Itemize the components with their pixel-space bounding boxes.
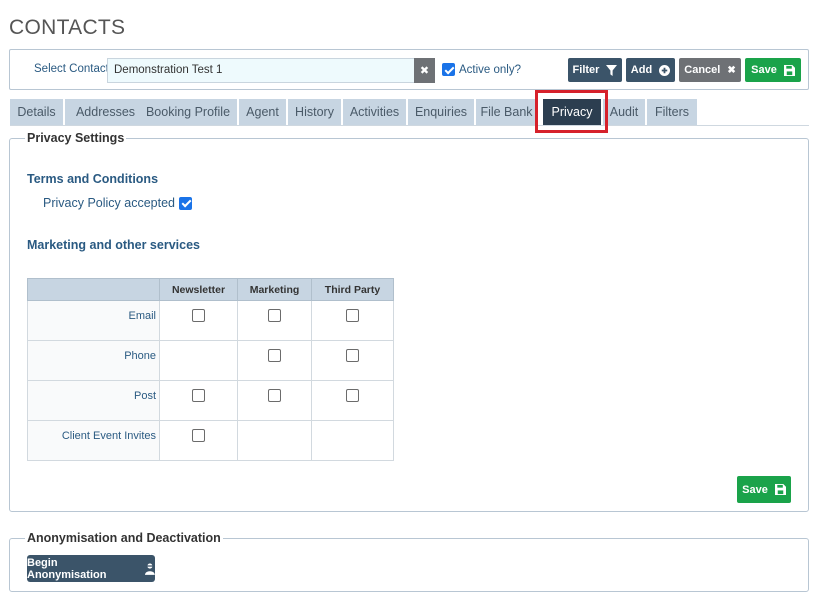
post-third-party-checkbox[interactable] (346, 389, 359, 402)
phone-third-party-checkbox[interactable] (346, 349, 359, 362)
add-button[interactable]: Add (626, 58, 675, 82)
begin-anonymisation-label: Begin Anonymisation (27, 556, 107, 581)
tab-agent[interactable]: Agent (239, 99, 286, 125)
floppy-disk-icon (774, 484, 786, 495)
clear-contact-button[interactable]: ✖ (414, 58, 435, 83)
row-label-client-event-invites: Client Event Invites (27, 420, 160, 461)
active-only-checkbox[interactable] (442, 63, 455, 76)
save-privacy-label: Save (742, 483, 768, 496)
row-label-phone: Phone (27, 340, 160, 381)
post-marketing-checkbox[interactable] (268, 389, 281, 402)
privacy-policy-checkbox[interactable] (179, 196, 193, 210)
terms-heading: Terms and Conditions (27, 172, 159, 186)
tab-filters[interactable]: Filters (647, 99, 697, 125)
column-header-marketing: Marketing (237, 278, 312, 301)
begin-anonymisation-button[interactable]: Begin Anonymisation (27, 555, 155, 582)
plus-circle-icon (659, 64, 671, 76)
add-button-label: Add (630, 64, 653, 76)
contact-toolbar: Select Contact Demonstration Test 1 ✖ Ac… (9, 49, 809, 90)
filter-button-label: Filter (572, 64, 600, 76)
table-row: Client Event Invites (27, 420, 394, 461)
column-header-third-party: Third Party (311, 278, 394, 301)
table-row: Email (27, 300, 394, 341)
page-title: CONTACTS (9, 16, 126, 39)
close-icon: ✖ (727, 64, 736, 76)
tab-details[interactable]: Details (10, 99, 63, 125)
empty-cell (237, 420, 312, 461)
column-header-newsletter: Newsletter (159, 278, 238, 301)
tab-audit[interactable]: Audit (603, 99, 645, 125)
email-third-party-checkbox[interactable] (346, 309, 359, 322)
user-secret-icon (145, 563, 155, 575)
floppy-disk-icon (783, 64, 795, 76)
table-row: Post (27, 380, 394, 421)
save-button[interactable]: Save (745, 58, 801, 82)
marketing-preferences-table: Newsletter Marketing Third Party Email P… (27, 278, 394, 461)
tab-booking-profile[interactable]: Booking Profile (139, 99, 237, 125)
contact-select-input[interactable]: Demonstration Test 1 (107, 58, 414, 83)
tab-activities[interactable]: Activities (343, 99, 406, 125)
event-invites-newsletter-checkbox[interactable] (192, 429, 205, 442)
privacy-policy-row: Privacy Policy accepted (43, 196, 193, 210)
tab-privacy[interactable]: Privacy (543, 99, 601, 125)
select-contact-label: Select Contact (34, 63, 109, 75)
tab-history[interactable]: History (288, 99, 341, 125)
active-only-toggle[interactable]: Active only? (442, 63, 521, 76)
tab-addresses[interactable]: Addresses (65, 99, 146, 125)
email-marketing-checkbox[interactable] (268, 309, 281, 322)
cancel-button[interactable]: Cancel ✖ (679, 58, 741, 82)
post-newsletter-checkbox[interactable] (192, 389, 205, 402)
privacy-policy-label: Privacy Policy accepted (43, 196, 176, 210)
close-icon: ✖ (419, 65, 430, 77)
row-label-email: Email (27, 300, 160, 341)
marketing-heading: Marketing and other services (27, 238, 200, 252)
tab-bar: Details Addresses Booking Profile Agent … (10, 99, 809, 126)
table-corner-header (27, 278, 160, 301)
empty-cell (311, 420, 394, 461)
anonymisation-legend: Anonymisation and Deactivation (25, 531, 223, 545)
email-newsletter-checkbox[interactable] (192, 309, 205, 322)
tab-file-bank[interactable]: File Bank (476, 99, 537, 125)
table-row: Phone (27, 340, 394, 381)
row-label-post: Post (27, 380, 160, 421)
funnel-icon (606, 64, 618, 76)
save-button-label: Save (751, 64, 777, 76)
privacy-settings-legend: Privacy Settings (25, 131, 127, 145)
phone-marketing-checkbox[interactable] (268, 349, 281, 362)
cancel-button-label: Cancel (684, 64, 721, 76)
save-privacy-button[interactable]: Save (737, 476, 791, 503)
tab-enquiries[interactable]: Enquiries (408, 99, 474, 125)
filter-button[interactable]: Filter (568, 58, 622, 82)
active-only-label: Active only? (459, 63, 522, 76)
empty-cell (159, 340, 238, 381)
